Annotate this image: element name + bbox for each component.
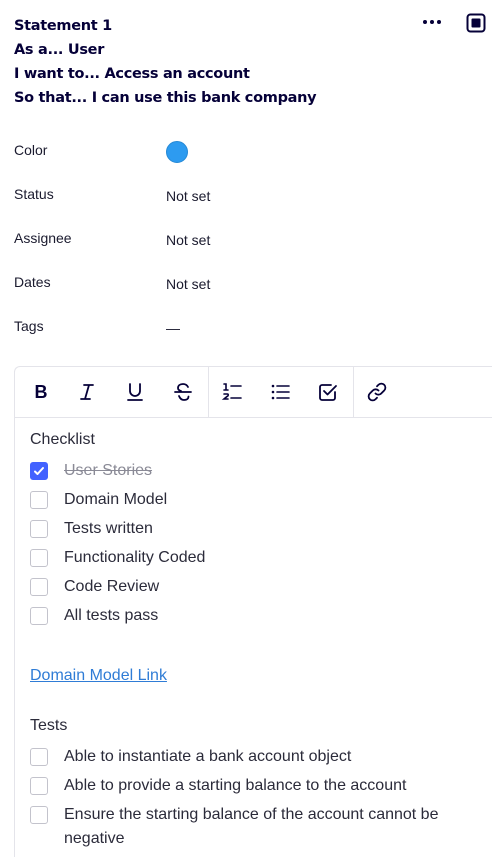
collapse-panel-button[interactable] — [466, 13, 486, 33]
checklist-heading: Checklist — [30, 431, 95, 448]
tests-heading: Tests — [30, 717, 68, 734]
checkbox[interactable] — [30, 777, 48, 795]
checkbox[interactable] — [30, 748, 48, 766]
checklist-item: Ensure the starting balance of the accou… — [30, 803, 492, 851]
card-header: Statement 1 As a... User I want to... Ac… — [14, 14, 414, 110]
svg-text:B: B — [35, 382, 48, 402]
tests-checklist: Able to instantiate a bank account objec… — [30, 745, 492, 851]
assignee-value[interactable]: Not set — [166, 232, 210, 248]
checkbox[interactable] — [30, 578, 48, 596]
property-label: Color — [14, 142, 48, 158]
property-color: Color — [14, 130, 484, 174]
underline-icon — [127, 383, 143, 401]
strikethrough-icon — [174, 383, 192, 401]
numbered-list-icon — [221, 383, 242, 400]
checklist-item: All tests pass — [30, 604, 492, 633]
property-tags: Tags — — [14, 306, 484, 350]
checklist-item: Functionality Coded — [30, 546, 492, 575]
checklist-item-label: Code Review — [64, 578, 160, 595]
checklist-item-label: Functionality Coded — [64, 549, 206, 566]
more-horizontal-icon — [423, 20, 427, 24]
tests-section: Tests Able to instantiate a bank account… — [30, 714, 492, 851]
link-icon — [367, 382, 387, 402]
collapse-panel-icon — [466, 13, 486, 33]
more-dot — [430, 20, 434, 24]
bulleted-list-icon — [271, 384, 290, 400]
underline-button[interactable] — [124, 381, 146, 403]
property-label: Tags — [14, 318, 44, 334]
numbered-list-button[interactable] — [221, 381, 243, 403]
checklist-item: Code Review — [30, 575, 492, 604]
italic-button[interactable] — [76, 381, 98, 403]
description-editor[interactable]: B Checklist User Stories Domain Model Te… — [14, 366, 492, 857]
checkbox-checked[interactable] — [30, 462, 48, 480]
more-dot — [437, 20, 441, 24]
property-status: Status Not set — [14, 174, 484, 218]
checklist-icon — [319, 384, 337, 401]
checklist-item: Tests written — [30, 517, 492, 546]
checkbox[interactable] — [30, 520, 48, 538]
card-title[interactable]: Statement 1 — [14, 14, 414, 38]
checklist-item-label: All tests pass — [64, 607, 159, 624]
properties-list: Color Status Not set Assignee Not set Da… — [14, 130, 484, 350]
dates-value[interactable]: Not set — [166, 276, 210, 292]
checklist-item-label: Domain Model — [64, 491, 168, 508]
checklist-item-label: Able to provide a starting balance to th… — [64, 777, 407, 794]
checklist-item-label: Ensure the starting balance of the accou… — [64, 806, 439, 847]
bold-icon: B — [35, 382, 48, 402]
checkbox[interactable] — [30, 491, 48, 509]
user-story-i-want: I want to... Access an account — [14, 66, 250, 82]
property-assignee: Assignee Not set — [14, 218, 484, 262]
tags-value[interactable]: — — [166, 320, 180, 336]
italic-icon — [80, 384, 94, 400]
domain-model-link[interactable]: Domain Model Link — [30, 667, 167, 685]
more-options-button[interactable] — [421, 13, 443, 31]
checklist-item-label: Tests written — [64, 520, 153, 537]
checkbox[interactable] — [30, 549, 48, 567]
user-story-so-that: So that... I can use this bank company — [14, 90, 317, 106]
checklist-item-label: Able to instantiate a bank account objec… — [64, 748, 352, 765]
user-story-as-a: As a... User — [14, 42, 105, 58]
color-swatch[interactable] — [166, 141, 188, 163]
checklist: User Stories Domain Model Tests written … — [30, 459, 492, 633]
link-button[interactable] — [366, 381, 388, 403]
property-label: Assignee — [14, 230, 72, 246]
strikethrough-button[interactable] — [172, 381, 194, 403]
checklist-item-label: User Stories — [64, 462, 153, 479]
property-dates: Dates Not set — [14, 262, 484, 306]
checklist-item: Able to instantiate a bank account objec… — [30, 745, 492, 774]
checklist-item: Domain Model — [30, 488, 492, 517]
checklist-button[interactable] — [317, 381, 339, 403]
editor-content[interactable]: Checklist User Stories Domain Model Test… — [30, 428, 492, 685]
checkbox[interactable] — [30, 607, 48, 625]
bold-button[interactable]: B — [30, 381, 52, 403]
property-label: Dates — [14, 274, 51, 290]
checkbox[interactable] — [30, 806, 48, 824]
property-label: Status — [14, 186, 54, 202]
checklist-item: User Stories — [30, 459, 492, 488]
toolbar-divider — [353, 367, 354, 417]
toolbar-divider — [208, 367, 209, 417]
checklist-item: Able to provide a starting balance to th… — [30, 774, 492, 803]
formatting-toolbar: B — [15, 367, 492, 418]
status-value[interactable]: Not set — [166, 188, 210, 204]
bulleted-list-button[interactable] — [269, 381, 291, 403]
check-icon — [34, 467, 44, 475]
